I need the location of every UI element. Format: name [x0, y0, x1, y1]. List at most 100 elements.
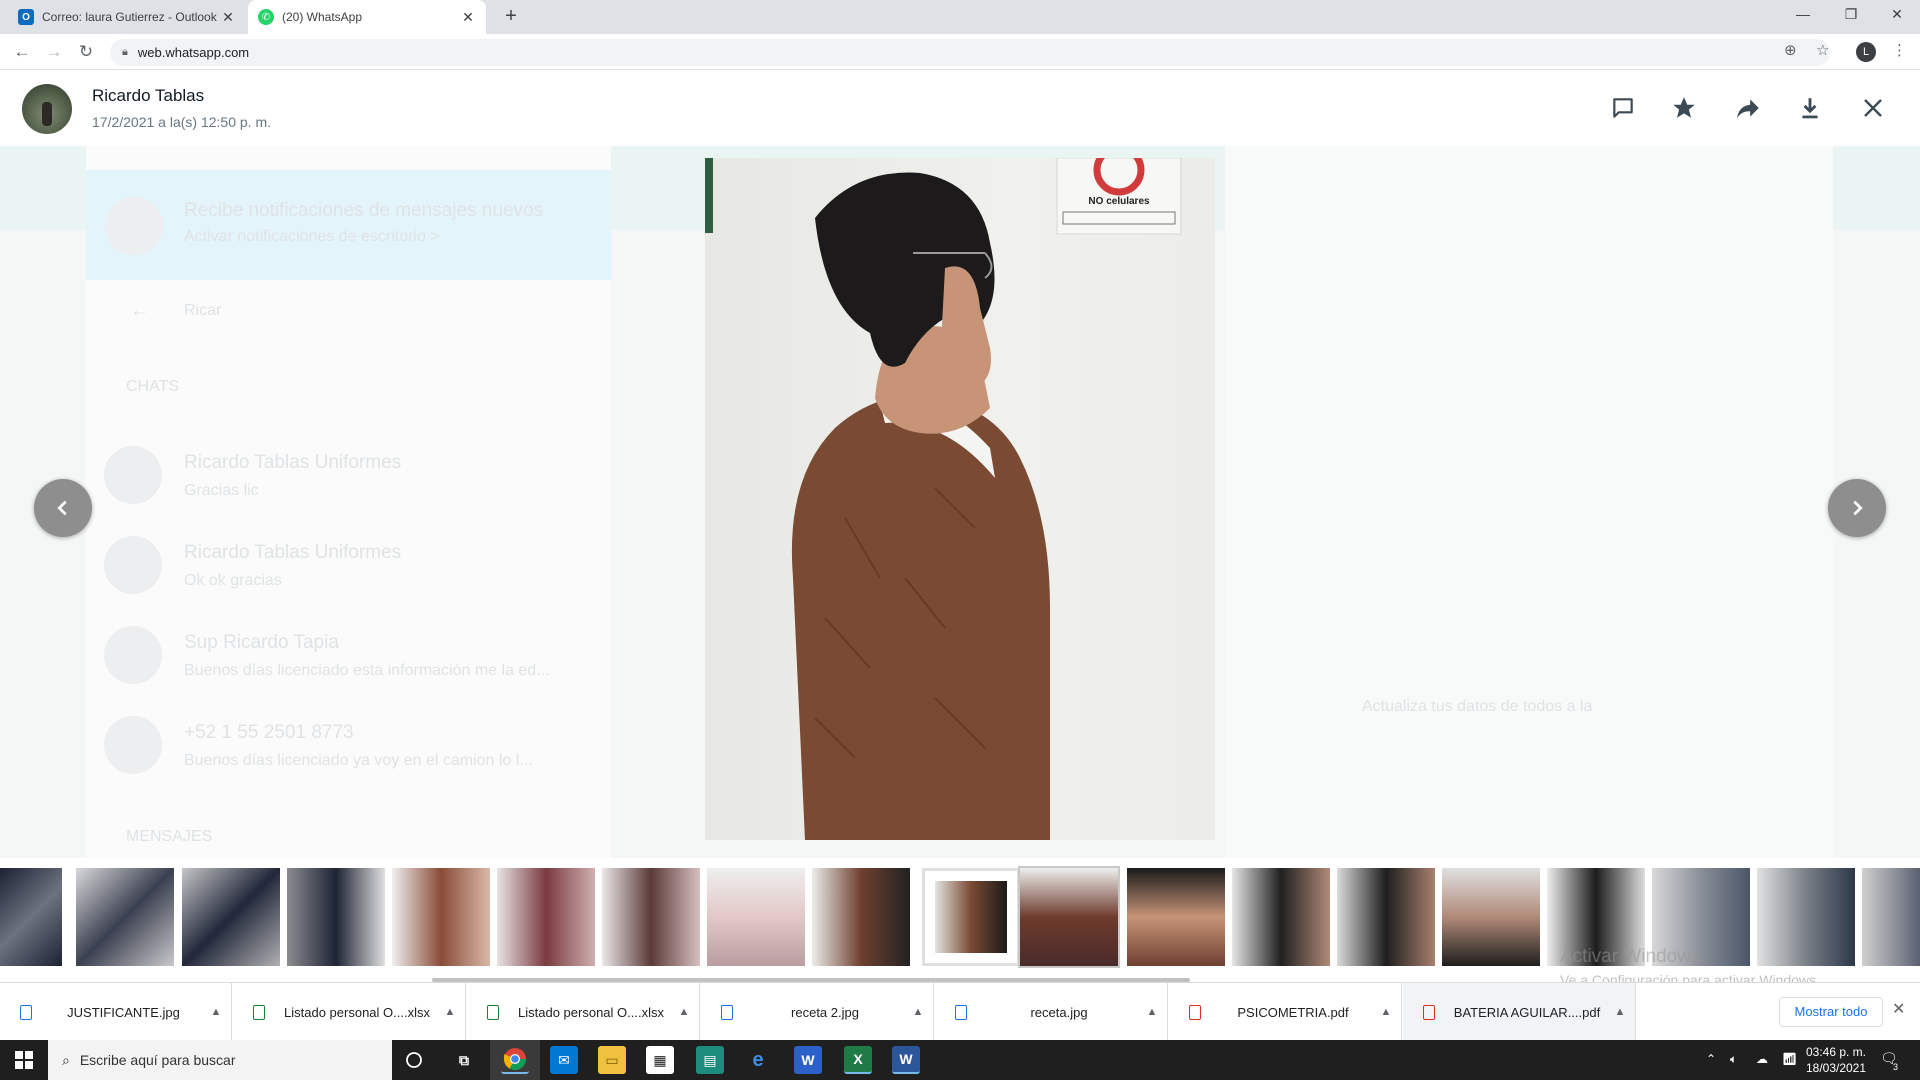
- media-thumbnail[interactable]: [812, 868, 910, 966]
- image-file-icon: [721, 1004, 733, 1020]
- start-button[interactable]: [0, 1040, 48, 1080]
- star-message-button[interactable]: [1664, 88, 1704, 128]
- media-thumbnail[interactable]: [287, 868, 385, 966]
- app-grid-icon[interactable]: ▤: [696, 1046, 724, 1074]
- download-item[interactable]: receta.jpg ▲: [935, 983, 1168, 1041]
- search-placeholder: Escribe aquí para buscar: [79, 1052, 236, 1068]
- media-image[interactable]: NO celulares: [705, 158, 1215, 840]
- background-chat-name: Sup Ricardo Tapia: [184, 632, 339, 653]
- background-section-messages: MENSAJES: [126, 828, 213, 845]
- sender-name[interactable]: Ricardo Tablas: [92, 86, 204, 106]
- lock-icon: 🔒︎: [122, 46, 128, 58]
- cortana-icon[interactable]: [400, 1046, 428, 1074]
- download-filename: JUSTIFICANTE.jpg: [67, 1004, 180, 1020]
- word-icon[interactable]: W: [892, 1046, 920, 1074]
- background-notice-icon: [105, 197, 163, 255]
- outlook-icon: O: [18, 9, 34, 25]
- profile-avatar[interactable]: L: [1856, 42, 1876, 62]
- download-item[interactable]: Listado personal O....xlsx ▲: [467, 983, 700, 1041]
- taskbar-search-input[interactable]: ⌕ Escribe aquí para buscar: [48, 1040, 392, 1080]
- tab-outlook[interactable]: O Correo: laura Gutierrez - Outlook ✕: [8, 0, 246, 34]
- chrome-icon[interactable]: [501, 1046, 529, 1074]
- download-item[interactable]: JUSTIFICANTE.jpg ▲: [0, 983, 232, 1041]
- media-thumbnail[interactable]: [1442, 868, 1540, 966]
- media-thumbnail[interactable]: [392, 868, 490, 966]
- chevron-up-icon[interactable]: ▲: [903, 1006, 933, 1018]
- chevron-up-icon[interactable]: ▲: [1371, 1006, 1401, 1018]
- next-media-button[interactable]: [1828, 479, 1886, 537]
- chevron-up-icon[interactable]: ▲: [435, 1006, 465, 1018]
- media-thumbnail[interactable]: [1862, 868, 1920, 966]
- media-thumbnail[interactable]: [1337, 868, 1435, 966]
- download-item[interactable]: BATERIA AGUILAR....pdf ▲: [1403, 983, 1636, 1041]
- chevron-up-icon[interactable]: ▲: [1137, 1006, 1167, 1018]
- mail-icon[interactable]: ✉: [550, 1046, 578, 1074]
- downloads-bar: JUSTIFICANTE.jpg ▲ Listado personal O...…: [0, 982, 1920, 1041]
- internet-explorer-icon[interactable]: e: [744, 1046, 772, 1074]
- notification-count: 3: [1893, 1062, 1899, 1072]
- media-thumbnail[interactable]: [1757, 868, 1855, 966]
- bookmark-star-icon[interactable]: ☆: [1816, 41, 1829, 59]
- restore-button[interactable]: ❐: [1828, 0, 1874, 30]
- chevron-up-icon[interactable]: ▲: [669, 1006, 699, 1018]
- store-icon[interactable]: ▦: [646, 1046, 674, 1074]
- download-item[interactable]: Listado personal O....xlsx ▲: [233, 983, 466, 1041]
- media-thumbnail[interactable]: [1232, 868, 1330, 966]
- close-tab-icon[interactable]: ✕: [460, 9, 476, 26]
- chevron-left-icon: [57, 500, 67, 516]
- media-thumbnail[interactable]: [0, 868, 62, 966]
- close-icon[interactable]: ✕: [1892, 999, 1905, 1019]
- close-tab-icon[interactable]: ✕: [220, 9, 236, 26]
- download-filename: Listado personal O....xlsx: [284, 1004, 430, 1020]
- media-thumbnail[interactable]: [76, 868, 174, 966]
- back-icon[interactable]: ←: [10, 40, 34, 64]
- forward-icon[interactable]: →: [42, 40, 66, 64]
- wifi-icon[interactable]: 📶︎: [1782, 1052, 1797, 1066]
- close-window-button[interactable]: ✕: [1874, 0, 1920, 30]
- download-filename: receta.jpg: [1030, 1004, 1088, 1020]
- volume-icon[interactable]: 🔈︎: [1730, 1052, 1737, 1067]
- media-viewer-header: Ricardo Tablas 17/2/2021 a la(s) 12:50 p…: [0, 70, 1920, 146]
- whatsapp-icon: ✆: [258, 9, 274, 25]
- tab-whatsapp[interactable]: ✆ (20) WhatsApp ✕: [248, 0, 486, 34]
- media-thumbnail[interactable]: [1127, 868, 1225, 966]
- address-bar[interactable]: 🔒︎ web.whatsapp.com: [110, 39, 1830, 66]
- chevron-up-icon[interactable]: ▲: [1605, 1006, 1635, 1018]
- image-file-icon: [20, 1004, 32, 1020]
- browser-menu-icon[interactable]: ⋮: [1892, 41, 1907, 59]
- media-thumbnail[interactable]: [602, 868, 700, 966]
- pdf-file-icon: [1423, 1004, 1435, 1020]
- media-thumbnail[interactable]: [497, 868, 595, 966]
- photo-content: NO celulares: [705, 158, 1182, 840]
- media-thumbnail[interactable]: [707, 868, 805, 966]
- cloud-icon[interactable]: ☁: [1756, 1052, 1768, 1066]
- reload-icon[interactable]: ↻: [74, 40, 98, 64]
- tab-title: (20) WhatsApp: [282, 10, 363, 24]
- excel-icon[interactable]: X: [844, 1046, 872, 1074]
- media-thumbnail[interactable]: [1018, 866, 1120, 968]
- media-thumbnail[interactable]: [182, 868, 280, 966]
- file-explorer-icon[interactable]: ▭: [598, 1046, 626, 1074]
- previous-media-button[interactable]: [34, 479, 92, 537]
- background-chat-avatar: [104, 536, 162, 594]
- close-viewer-button[interactable]: [1853, 88, 1893, 128]
- media-thumbnail-selected[interactable]: [922, 868, 1020, 966]
- chevron-up-icon[interactable]: ▲: [201, 1006, 231, 1018]
- avatar[interactable]: [22, 84, 72, 134]
- background-chat-preview: Buenos días licenciado esta información …: [184, 662, 550, 679]
- download-item[interactable]: PSICOMETRIA.pdf ▲: [1169, 983, 1402, 1041]
- pdf-file-icon: [1189, 1004, 1201, 1020]
- chevron-up-icon[interactable]: ⌃: [1706, 1052, 1716, 1066]
- wordpad-icon[interactable]: W: [794, 1046, 822, 1074]
- zoom-icon[interactable]: ⊕: [1784, 41, 1797, 59]
- download-button[interactable]: [1790, 88, 1830, 128]
- taskbar-clock[interactable]: 03:46 p. m. 18/03/2021: [1800, 1044, 1872, 1076]
- minimize-button[interactable]: —: [1780, 0, 1826, 30]
- new-tab-button[interactable]: +: [498, 4, 524, 30]
- show-all-downloads-button[interactable]: Mostrar todo: [1779, 997, 1883, 1027]
- forward-button[interactable]: [1728, 88, 1768, 128]
- go-to-message-button[interactable]: [1603, 88, 1643, 128]
- task-view-icon[interactable]: ⧉: [450, 1046, 478, 1074]
- background-chat-name: Ricardo Tablas Uniformes: [184, 542, 402, 563]
- download-item[interactable]: receta 2.jpg ▲: [701, 983, 934, 1041]
